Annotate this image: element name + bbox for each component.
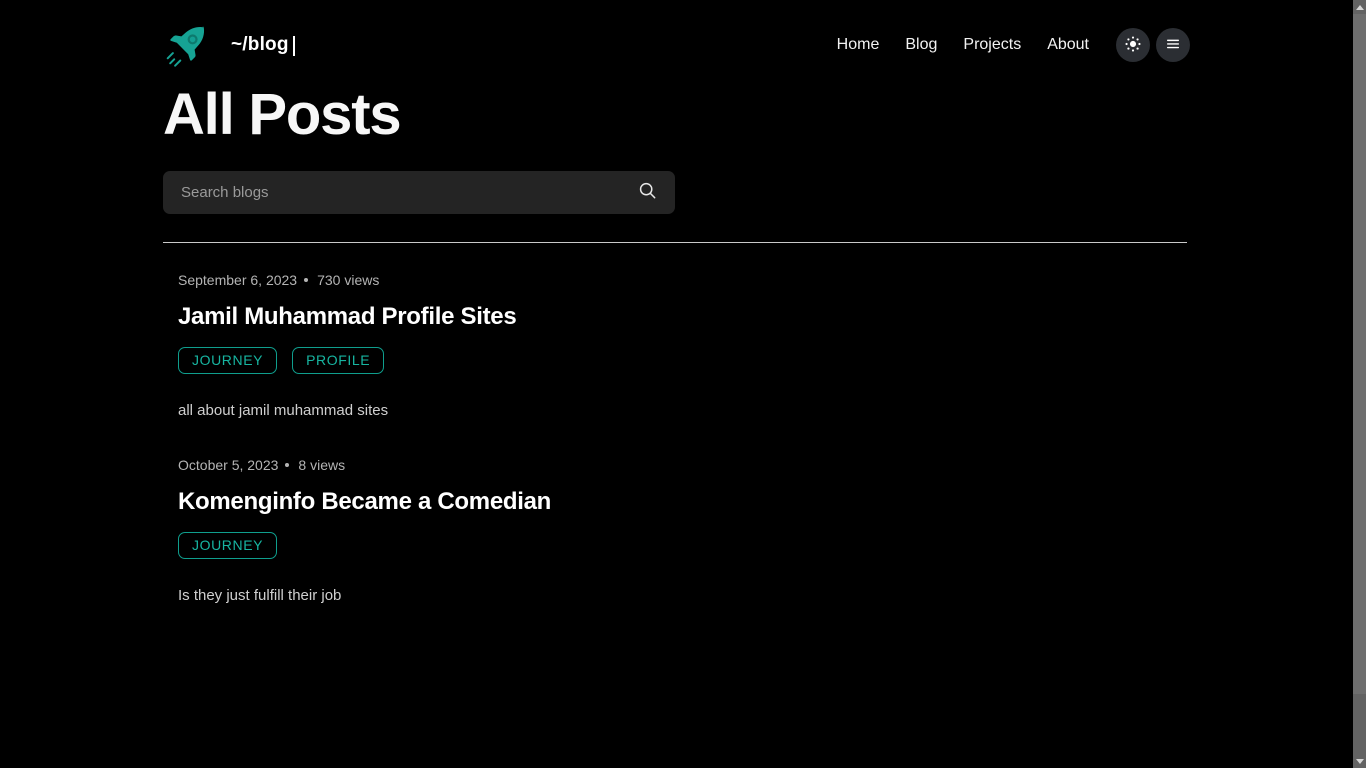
- menu-button[interactable]: [1156, 28, 1190, 62]
- nav-item-blog[interactable]: Blog: [892, 30, 950, 60]
- post-tag[interactable]: PROFILE: [292, 347, 385, 374]
- page-content: ~/blog Home Blog Projects About All Post…: [0, 0, 1350, 642]
- post-description: all about jamil muhammad sites: [178, 402, 389, 419]
- site-header: ~/blog Home Blog Projects About: [0, 0, 1350, 72]
- meta-separator-dot: [285, 463, 290, 467]
- post-title[interactable]: Komenginfo Became a Comedian: [178, 488, 1350, 516]
- post-title[interactable]: Jamil Muhammad Profile Sites: [178, 303, 1350, 331]
- chevron-up-icon: [1355, 4, 1364, 10]
- post-date: September 6, 2023: [178, 272, 298, 288]
- theme-toggle-button[interactable]: [1116, 28, 1150, 62]
- brand-text: ~/blog: [231, 34, 295, 56]
- post-tag[interactable]: JOURNEY: [178, 532, 278, 559]
- post-meta: September 6, 2023 730 views: [178, 272, 1350, 288]
- vertical-scrollbar[interactable]: [1350, 0, 1366, 768]
- search-input[interactable]: [181, 184, 637, 201]
- scrollbar-thumb[interactable]: [1353, 14, 1366, 694]
- post-description: Is they just fulfill their job: [178, 587, 342, 604]
- search-bar[interactable]: [163, 171, 675, 214]
- page-title: All Posts: [163, 82, 402, 147]
- main-nav: Home Blog Projects About: [824, 28, 1190, 62]
- post-item: September 6, 2023 730 views Jamil Muhamm…: [178, 272, 1350, 457]
- rocket-icon: [163, 21, 211, 69]
- scrollbar-up-button[interactable]: [1353, 0, 1366, 14]
- post-date: October 5, 2023: [178, 457, 279, 473]
- post-tags: JOURNEY PROFILE: [178, 347, 1350, 374]
- meta-separator-dot: [304, 278, 309, 282]
- brand-label: ~/blog: [231, 34, 289, 55]
- hamburger-menu-icon: [1164, 35, 1182, 56]
- post-views: 730 views: [317, 272, 380, 288]
- post-list: September 6, 2023 730 views Jamil Muhamm…: [0, 272, 1350, 642]
- sun-icon: [1124, 35, 1142, 56]
- post-views: 8 views: [298, 457, 346, 473]
- search-icon[interactable]: [637, 180, 658, 206]
- post-meta: October 5, 2023 8 views: [178, 457, 1350, 473]
- chevron-down-icon: [1355, 758, 1364, 764]
- terminal-caret: [292, 36, 295, 56]
- post-item: October 5, 2023 8 views Komenginfo Becam…: [178, 457, 1350, 642]
- nav-item-home[interactable]: Home: [824, 30, 893, 60]
- post-tag[interactable]: JOURNEY: [178, 347, 278, 374]
- scrollbar-down-button[interactable]: [1353, 754, 1366, 768]
- nav-item-projects[interactable]: Projects: [950, 30, 1034, 60]
- section-divider: [163, 242, 1187, 243]
- page-viewport: ~/blog Home Blog Projects About All Post…: [0, 0, 1350, 768]
- nav-item-about[interactable]: About: [1034, 30, 1102, 60]
- brand[interactable]: ~/blog: [163, 21, 295, 69]
- post-tags: JOURNEY: [178, 532, 1350, 559]
